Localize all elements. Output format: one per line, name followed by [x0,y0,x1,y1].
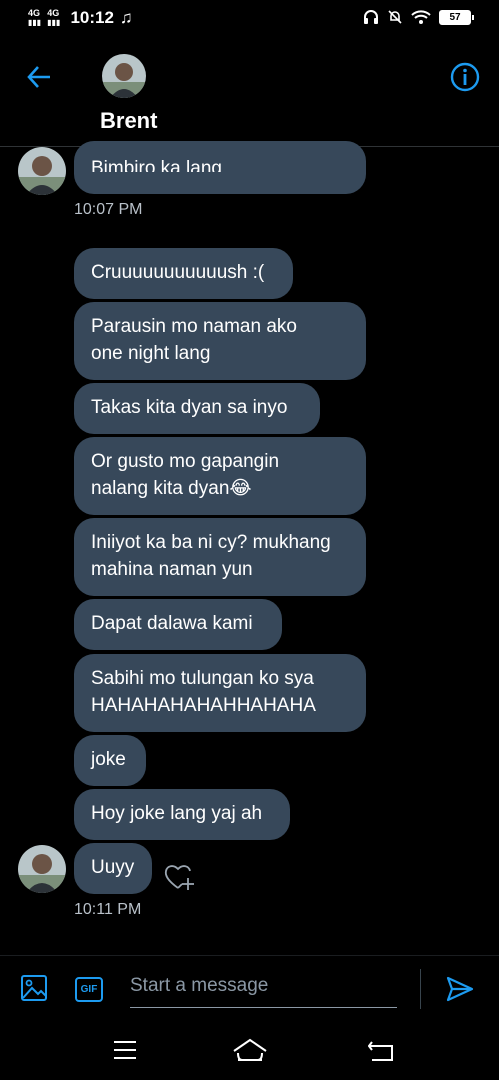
message-bubble[interactable]: Parausin mo naman ako one night lang [74,302,366,380]
message-bubble[interactable]: Sabihi mo tulungan ko sya HAHAHAHAHAHHAH… [74,654,366,732]
partial-message-text: Bimbiro ka lang [91,159,222,172]
timestamp: 10:07 PM [74,201,143,218]
mute-bell-icon [388,10,402,24]
gif-icon[interactable]: GIF [75,977,103,1002]
wifi-icon [411,10,431,24]
message-bubble[interactable]: Hoy joke lang yaj ah [74,789,290,840]
divider [420,969,421,1009]
arrow-left-icon[interactable] [26,64,52,90]
headphones-icon [364,10,378,24]
system-nav-bar [0,1020,499,1080]
message-bubble[interactable]: Takas kita dyan sa inyo [74,383,320,434]
message-bubble[interactable]: Or gusto mo gapangin nalang kita dyan😂 [74,437,366,515]
timestamp: 10:11 PM [74,901,142,918]
home-icon[interactable] [232,1037,268,1063]
message-composer: GIF Start a message [0,955,499,1018]
message-input[interactable]: Start a message [130,971,397,1008]
image-icon[interactable] [20,974,48,1002]
message-bubble[interactable]: Uuyy [74,843,152,894]
avatar[interactable] [18,147,66,195]
conversation-header: Brent [0,38,499,147]
music-note-icon: ♫ [119,8,133,27]
message-bubble[interactable]: joke [74,735,146,786]
battery-icon: 57 [439,9,474,25]
send-icon[interactable] [446,976,474,1002]
signal-icon-2: 4G ▮▮▮ [47,8,61,28]
contact-name[interactable]: Brent [100,108,157,134]
message-bubble[interactable]: Cruuuuuuuuuuush :( [74,248,293,299]
info-icon[interactable] [450,62,480,92]
signal-icon-1: 4G ▮▮▮ [28,8,42,28]
message-bubble[interactable]: Bimbiro ka lang hahahahaha [74,141,366,194]
status-time: 10:12 [70,8,114,27]
avatar[interactable] [18,845,66,893]
back-nav-icon[interactable] [368,1040,394,1062]
message-bubble[interactable]: Dapat dalawa kami [74,599,282,650]
menu-icon[interactable] [113,1040,137,1060]
status-bar: 4G ▮▮▮ 4G ▮▮▮ 10:12 ♫ 57 [0,0,499,38]
contact-avatar[interactable] [102,54,146,98]
heart-plus-icon[interactable] [164,862,196,892]
message-bubble[interactable]: Iniiyot ka ba ni cy? mukhang mahina nama… [74,518,366,596]
